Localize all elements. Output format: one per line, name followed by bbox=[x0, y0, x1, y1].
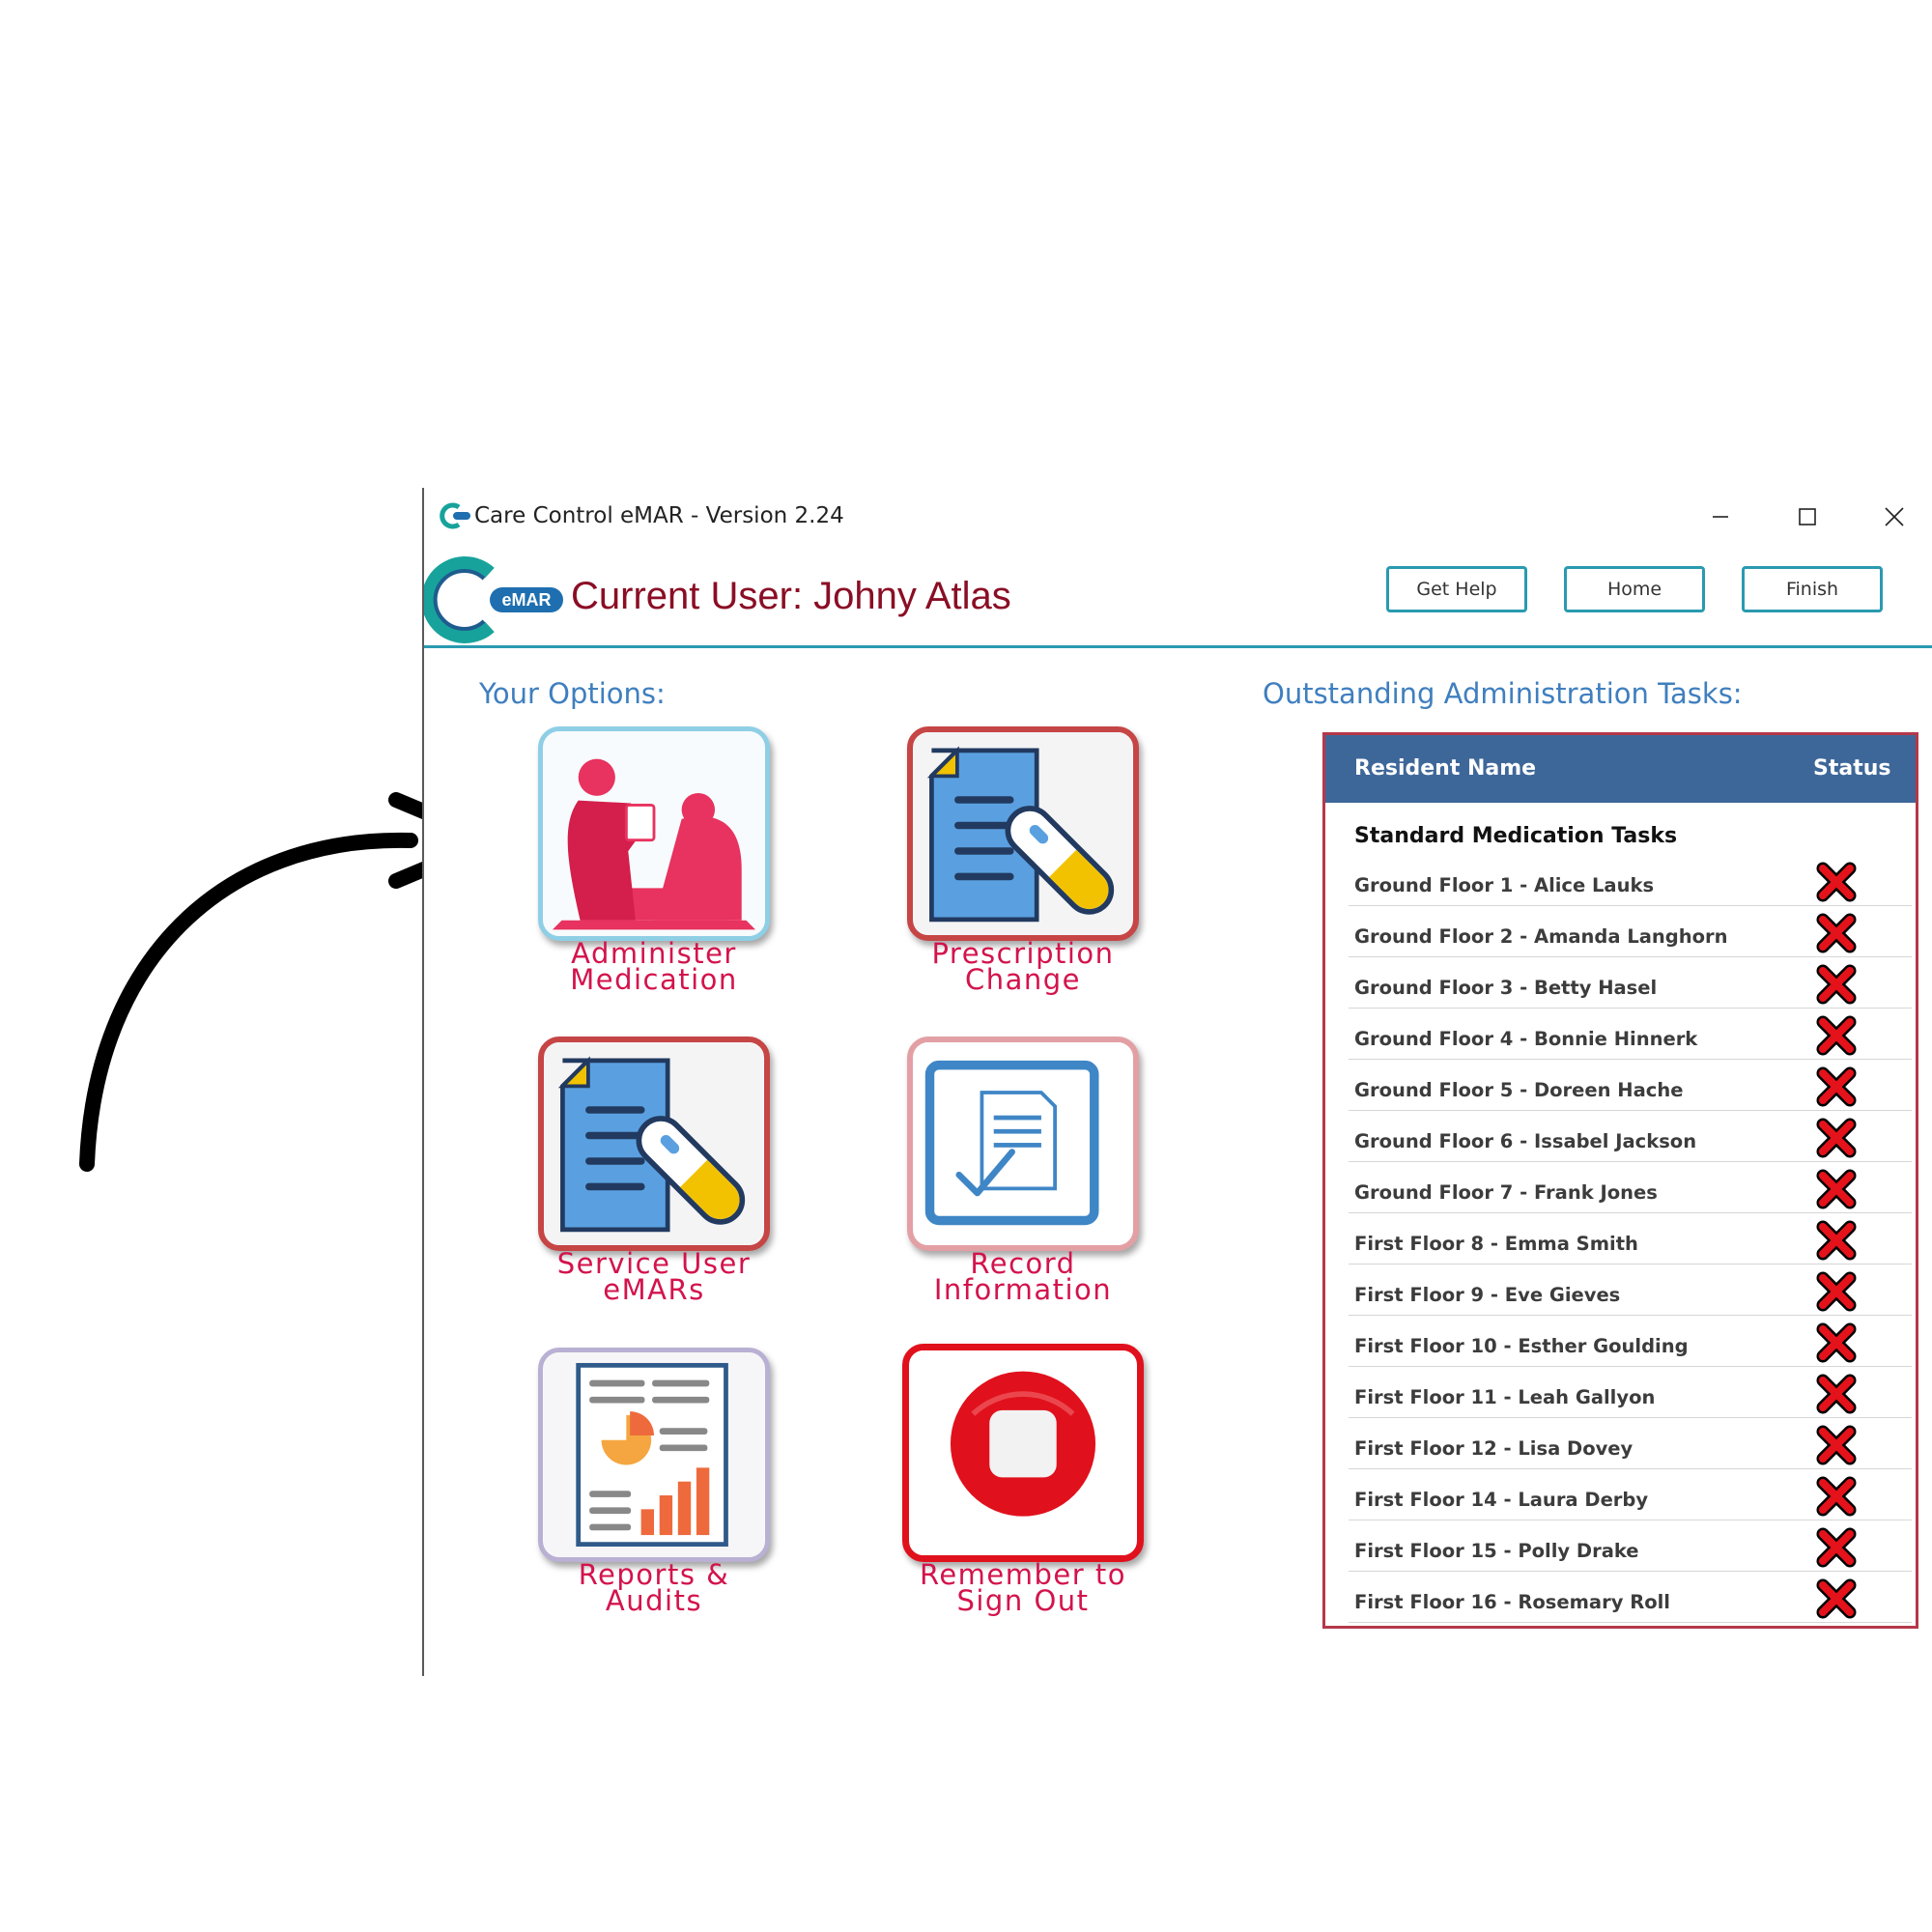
stop-icon bbox=[909, 1350, 1137, 1555]
app-logo-icon bbox=[440, 502, 470, 529]
prescription-change-button[interactable]: Prescription Change bbox=[897, 726, 1149, 1007]
tasks-title: Outstanding Administration Tasks: bbox=[1263, 677, 1743, 710]
red-x-icon bbox=[1816, 1527, 1857, 1568]
column-header-name: Resident Name bbox=[1354, 756, 1537, 781]
administer-medication-button[interactable]: Administer Medication bbox=[528, 726, 780, 1007]
table-row[interactable]: First Floor 11 - Leah Gallyon bbox=[1349, 1367, 1912, 1418]
resident-name: First Floor 16 - Rosemary Roll bbox=[1354, 1591, 1670, 1613]
red-x-icon bbox=[1816, 1476, 1857, 1517]
nurse-patient-icon bbox=[543, 731, 765, 936]
red-x-icon bbox=[1816, 1271, 1857, 1312]
resident-name: Ground Floor 5 - Doreen Hache bbox=[1354, 1079, 1684, 1101]
resident-name: Ground Floor 6 - Issabel Jackson bbox=[1354, 1130, 1697, 1152]
prescription-change-label: Prescription Change bbox=[931, 937, 1115, 996]
record-information-button[interactable]: Record Information bbox=[897, 1037, 1149, 1317]
finish-button[interactable]: Finish bbox=[1742, 566, 1883, 612]
close-icon[interactable] bbox=[1873, 496, 1916, 538]
resident-name: First Floor 14 - Laura Derby bbox=[1354, 1489, 1649, 1511]
table-row[interactable]: Ground Floor 6 - Issabel Jackson bbox=[1349, 1111, 1912, 1162]
table-row[interactable]: Ground Floor 4 - Bonnie Hinnerk bbox=[1349, 1009, 1912, 1060]
document-pill-icon bbox=[544, 1042, 764, 1245]
outstanding-tasks-table[interactable]: Resident Name Status Standard Medication… bbox=[1322, 732, 1918, 1629]
red-x-icon bbox=[1816, 1374, 1857, 1414]
resident-name: First Floor 15 - Polly Drake bbox=[1354, 1540, 1639, 1562]
home-button[interactable]: Home bbox=[1564, 566, 1705, 612]
window-title: Care Control eMAR - Version 2.24 bbox=[474, 503, 844, 528]
minimize-icon[interactable] bbox=[1699, 496, 1742, 538]
table-row[interactable]: Ground Floor 2 - Amanda Langhorn bbox=[1349, 906, 1912, 957]
title-bar: Care Control eMAR - Version 2.24 bbox=[424, 488, 1932, 546]
red-x-icon bbox=[1816, 1015, 1857, 1056]
table-row[interactable]: First Floor 15 - Polly Drake bbox=[1349, 1520, 1912, 1572]
sign-out-button[interactable]: Remember to Sign Out bbox=[897, 1344, 1149, 1628]
table-row[interactable]: First Floor 16 - Rosemary Roll bbox=[1349, 1572, 1912, 1623]
resident-name: First Floor 9 - Eve Gieves bbox=[1354, 1284, 1621, 1306]
resident-name: Ground Floor 1 - Alice Lauks bbox=[1354, 874, 1655, 896]
maximize-icon[interactable] bbox=[1786, 496, 1829, 538]
red-x-icon bbox=[1816, 913, 1857, 953]
resident-name: First Floor 12 - Lisa Dovey bbox=[1354, 1437, 1634, 1460]
red-x-icon bbox=[1816, 1118, 1857, 1158]
service-user-emars-label: Service User eMARs bbox=[556, 1247, 752, 1306]
red-x-icon bbox=[1816, 1322, 1857, 1363]
app-header: eMAR Current User: Johny Atlas Get Help … bbox=[424, 546, 1932, 648]
table-row[interactable]: First Floor 8 - Emma Smith bbox=[1349, 1213, 1912, 1264]
document-pill-icon bbox=[913, 732, 1133, 935]
administer-medication-label: Administer Medication bbox=[570, 937, 738, 996]
table-row[interactable]: Ground Floor 3 - Betty Hasel bbox=[1349, 957, 1912, 1009]
app-window: Care Control eMAR - Version 2.24 eMAR Cu… bbox=[422, 488, 1932, 1676]
document-check-icon bbox=[913, 1042, 1133, 1245]
red-x-icon bbox=[1816, 1220, 1857, 1261]
resident-name: Ground Floor 4 - Bonnie Hinnerk bbox=[1354, 1028, 1698, 1050]
resident-name: Ground Floor 7 - Frank Jones bbox=[1354, 1181, 1658, 1204]
reports-audits-label: Reports & Audits bbox=[578, 1558, 730, 1617]
resident-name: Ground Floor 2 - Amanda Langhorn bbox=[1354, 925, 1728, 948]
table-row[interactable]: First Floor 10 - Esther Goulding bbox=[1349, 1316, 1912, 1367]
resident-name: First Floor 8 - Emma Smith bbox=[1354, 1233, 1638, 1255]
resident-name: First Floor 11 - Leah Gallyon bbox=[1354, 1386, 1656, 1408]
logo-badge-text: eMAR bbox=[501, 590, 551, 610]
table-header: Resident Name Status bbox=[1325, 735, 1916, 803]
task-group-title: Standard Medication Tasks bbox=[1354, 824, 1678, 848]
emar-logo: eMAR bbox=[424, 556, 563, 643]
red-x-icon bbox=[1816, 1425, 1857, 1465]
get-help-button[interactable]: Get Help bbox=[1386, 566, 1527, 612]
red-x-icon bbox=[1816, 862, 1857, 902]
table-row[interactable]: First Floor 12 - Lisa Dovey bbox=[1349, 1418, 1912, 1469]
reports-audits-button[interactable]: Reports & Audits bbox=[528, 1348, 780, 1628]
record-information-label: Record Information bbox=[933, 1247, 1113, 1306]
column-header-status: Status bbox=[1813, 756, 1891, 781]
table-row[interactable]: Ground Floor 7 - Frank Jones bbox=[1349, 1162, 1912, 1213]
red-x-icon bbox=[1816, 1066, 1857, 1107]
table-row[interactable]: First Floor 14 - Laura Derby bbox=[1349, 1469, 1912, 1520]
options-title: Your Options: bbox=[479, 677, 666, 710]
report-chart-icon bbox=[543, 1352, 765, 1557]
red-x-icon bbox=[1816, 964, 1857, 1005]
resident-name: First Floor 10 - Esther Goulding bbox=[1354, 1335, 1689, 1357]
service-user-emars-button[interactable]: Service User eMARs bbox=[528, 1037, 780, 1317]
red-x-icon bbox=[1816, 1578, 1857, 1619]
sign-out-label: Remember to Sign Out bbox=[919, 1558, 1127, 1617]
resident-name: Ground Floor 3 - Betty Hasel bbox=[1354, 977, 1658, 999]
table-row[interactable]: First Floor 9 - Eve Gieves bbox=[1349, 1264, 1912, 1316]
red-x-icon bbox=[1816, 1169, 1857, 1209]
current-user-label: Current User: Johny Atlas bbox=[571, 575, 1011, 617]
table-row[interactable]: Ground Floor 1 - Alice Lauks bbox=[1349, 855, 1912, 906]
table-row[interactable]: Ground Floor 5 - Doreen Hache bbox=[1349, 1060, 1912, 1111]
task-rows: Ground Floor 1 - Alice Lauks Ground Floor… bbox=[1325, 855, 1916, 1623]
